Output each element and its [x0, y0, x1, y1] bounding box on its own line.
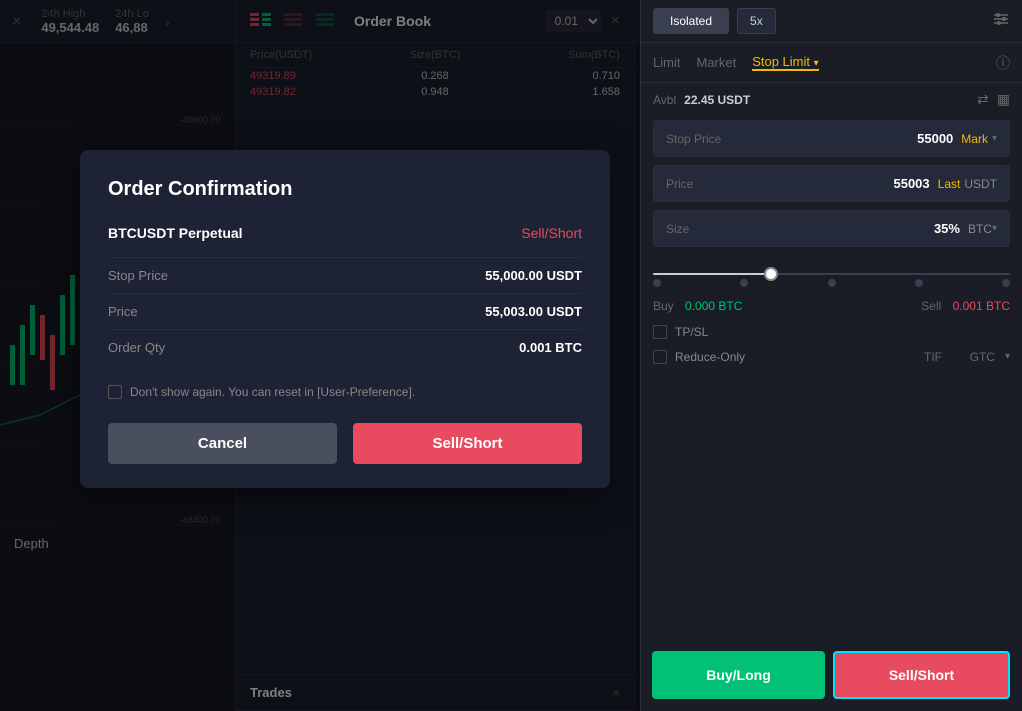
- modal-checkbox-row: Don't show again. You can reset in [User…: [108, 385, 582, 399]
- slider-track: [653, 273, 1010, 275]
- modal-stop-price-row: Stop Price 55,000.00 USDT: [108, 257, 582, 293]
- modal-sell-button[interactable]: Sell/Short: [353, 423, 582, 464]
- right-panel: Isolated 5x Limit Market Stop Limit ▾ ⓘ …: [640, 0, 1022, 711]
- slider-dot-75: [915, 279, 923, 287]
- stop-price-label: Stop Price: [666, 132, 917, 146]
- modal-qty-value: 0.001 BTC: [519, 340, 582, 355]
- tpsl-row: TP/SL: [641, 319, 1022, 345]
- modal-price-row: Price 55,003.00 USDT: [108, 293, 582, 329]
- price-tag[interactable]: Last: [938, 177, 961, 191]
- modal-symbol-name: BTCUSDT Perpetual: [108, 225, 243, 241]
- reduce-only-checkbox[interactable]: [653, 350, 667, 364]
- slider-dots: [653, 277, 1010, 287]
- sell-short-button[interactable]: Sell/Short: [833, 651, 1010, 699]
- gtc-dropdown-icon[interactable]: ▾: [1005, 351, 1010, 362]
- info-icon[interactable]: ⓘ: [996, 53, 1010, 73]
- available-balance-row: Avbl 22.45 USDT ⇄ ▦: [641, 83, 1022, 116]
- action-buttons: Buy/Long Sell/Short: [640, 639, 1022, 711]
- tif-label: TIF: [924, 350, 942, 364]
- tif-spacer: [954, 349, 958, 364]
- slider-dot-25: [740, 279, 748, 287]
- reduce-only-row: Reduce-Only TIF GTC ▾: [641, 345, 1022, 368]
- sell-qty-value: 0.001 BTC: [949, 299, 1010, 313]
- avbl-icons: ⇄ ▦: [977, 91, 1010, 108]
- size-dropdown-icon[interactable]: ▾: [992, 223, 997, 234]
- price-value: 55003: [893, 176, 929, 191]
- order-confirmation-modal: Order Confirmation BTCUSDT Perpetual Sel…: [80, 150, 610, 488]
- leverage-button[interactable]: 5x: [737, 8, 776, 34]
- size-label: Size: [666, 222, 934, 236]
- tab-market[interactable]: Market: [696, 51, 736, 74]
- avbl-value: 22.45 USDT: [684, 93, 750, 107]
- modal-price-label: Price: [108, 304, 138, 319]
- tab-stop-limit[interactable]: Stop Limit ▾: [752, 54, 818, 71]
- buy-label: Buy: [653, 299, 674, 313]
- stop-price-tag[interactable]: Mark: [961, 132, 988, 146]
- dont-show-label: Don't show again. You can reset in [User…: [130, 385, 415, 399]
- modal-stop-price-label: Stop Price: [108, 268, 168, 283]
- buy-long-button[interactable]: Buy/Long: [652, 651, 825, 699]
- order-type-tabs: Limit Market Stop Limit ▾ ⓘ: [641, 43, 1022, 83]
- margin-mode-row: Isolated 5x: [641, 0, 1022, 43]
- calculator-icon[interactable]: ▦: [997, 91, 1010, 108]
- tab-limit[interactable]: Limit: [653, 51, 680, 74]
- dont-show-checkbox[interactable]: [108, 385, 122, 399]
- modal-title: Order Confirmation: [108, 178, 582, 201]
- slider-dot-50: [828, 279, 836, 287]
- cancel-button[interactable]: Cancel: [108, 423, 337, 464]
- stop-limit-arrow-icon: ▾: [814, 58, 819, 69]
- modal-stop-price-value: 55,000.00 USDT: [485, 268, 582, 283]
- isolated-button[interactable]: Isolated: [653, 8, 729, 34]
- tpsl-label: TP/SL: [675, 325, 708, 339]
- stop-price-dropdown-icon[interactable]: ▾: [992, 133, 997, 144]
- settings-icon[interactable]: [992, 10, 1010, 33]
- modal-symbol-row: BTCUSDT Perpetual Sell/Short: [108, 225, 582, 241]
- slider-fill: [653, 273, 778, 275]
- size-slider[interactable]: [653, 263, 1010, 285]
- slider-dot-100: [1002, 279, 1010, 287]
- price-label: Price: [666, 177, 893, 191]
- buy-sell-qty-row: Buy 0.000 BTC Sell 0.001 BTC: [641, 293, 1022, 319]
- avbl-label: Avbl: [653, 93, 676, 107]
- sell-label: Sell: [921, 299, 941, 313]
- buy-qty-value: 0.000 BTC: [682, 299, 743, 313]
- stop-price-field[interactable]: Stop Price 55000 Mark ▾: [653, 120, 1010, 157]
- reduce-only-label: Reduce-Only: [675, 350, 916, 364]
- size-unit: BTC: [968, 222, 992, 236]
- slider-dot-0: [653, 279, 661, 287]
- size-field[interactable]: Size 35% BTC ▾: [653, 210, 1010, 247]
- price-unit: USDT: [964, 177, 997, 191]
- size-pct: 35%: [934, 221, 960, 236]
- modal-qty-label: Order Qty: [108, 340, 165, 355]
- modal-price-value: 55,003.00 USDT: [485, 304, 582, 319]
- gtc-label[interactable]: GTC: [970, 350, 995, 364]
- left-panel: × 24h High 49,544.48 24h Lo 46,88 › ⚙: [0, 0, 640, 711]
- modal-overlay: Order Confirmation BTCUSDT Perpetual Sel…: [0, 0, 640, 711]
- stop-price-value: 55000: [917, 131, 953, 146]
- tpsl-checkbox[interactable]: [653, 325, 667, 339]
- transfer-icon[interactable]: ⇄: [977, 91, 989, 108]
- price-field[interactable]: Price 55003 Last USDT: [653, 165, 1010, 202]
- modal-side-label: Sell/Short: [521, 225, 582, 241]
- modal-buttons: Cancel Sell/Short: [108, 423, 582, 464]
- modal-qty-row: Order Qty 0.001 BTC: [108, 329, 582, 365]
